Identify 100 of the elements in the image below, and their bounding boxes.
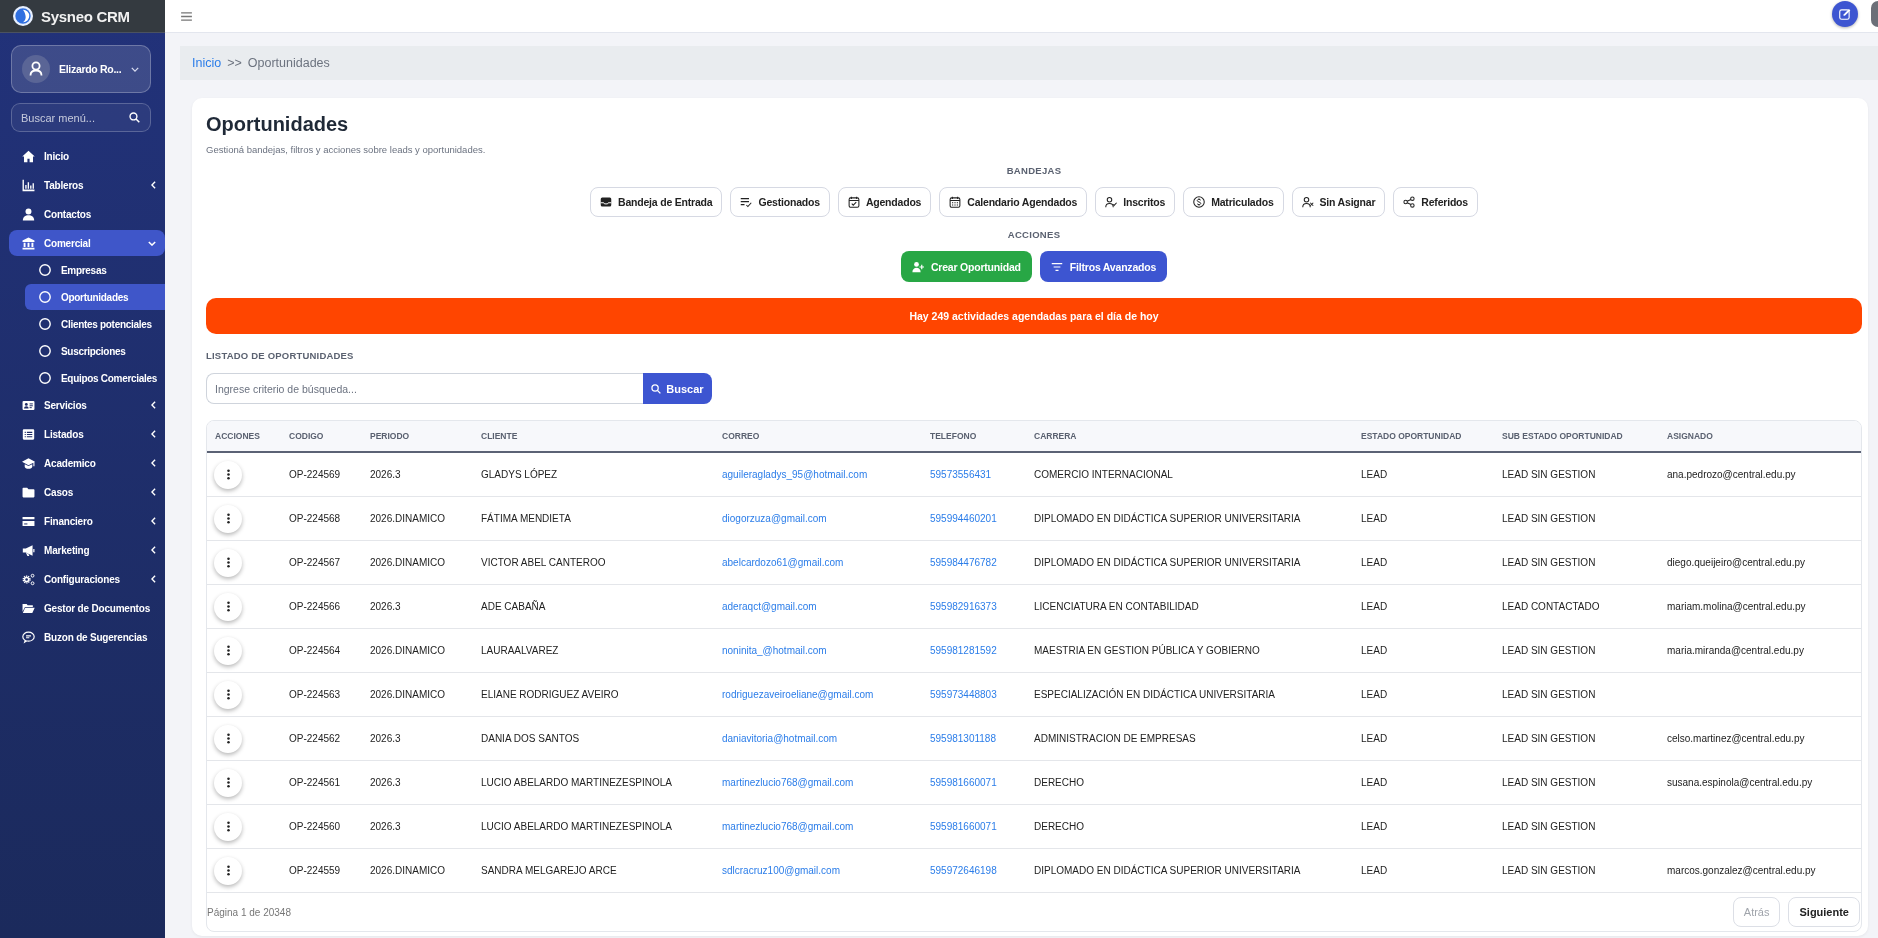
column-header: SUB ESTADO OPORTUNIDAD	[1494, 421, 1659, 452]
menu-item[interactable]: Contactos	[9, 201, 165, 227]
row-actions-button[interactable]	[214, 504, 242, 533]
menu-item[interactable]: Academico	[9, 450, 165, 476]
breadcrumb-link[interactable]: Inicio	[192, 56, 222, 70]
table-cell: LICENCIATURA EN CONTABILIDAD	[1026, 584, 1353, 629]
table-cell: MAESTRIA EN GESTION PÚBLICA Y GOBIERNO	[1026, 628, 1353, 673]
row-actions-button[interactable]	[214, 724, 242, 753]
email-link[interactable]: noninita_@hotmail.com	[722, 645, 827, 656]
table-cell: LEAD SIN GESTION	[1494, 496, 1659, 541]
page-title: Oportunidades	[206, 112, 349, 137]
email-link[interactable]: daniavitoria@hotmail.com	[722, 733, 838, 744]
row-actions-button[interactable]	[214, 592, 242, 621]
email-link[interactable]: abelcardozo61@gmail.com	[722, 557, 844, 568]
email-link[interactable]: sdlcracruz100@gmail.com	[722, 865, 840, 876]
tray-button[interactable]: Inscritos	[1095, 187, 1176, 217]
phone-link[interactable]: 595973448803	[930, 689, 997, 700]
bank-icon	[22, 236, 35, 250]
submenu-item[interactable]: Empresas	[25, 257, 165, 283]
ring-icon	[39, 345, 51, 357]
table-cell: ELIANE RODRIGUEZ AVEIRO	[473, 672, 714, 717]
menu-item[interactable]: Inicio	[9, 143, 165, 169]
alert-banner: Hay 249 actividades agendadas para el día de hoy	[206, 298, 1862, 334]
tray-button[interactable]: Referidos	[1393, 187, 1478, 217]
phone-link[interactable]: 595981660071	[930, 821, 997, 832]
menu-item[interactable]: Comercial	[9, 230, 165, 256]
phone-link[interactable]: 595981660071	[930, 777, 997, 788]
row-actions-button[interactable]	[214, 768, 242, 797]
menu-item[interactable]: Casos	[9, 479, 165, 505]
table-cell: LUCIO ABELARDO MARTINEZESPINOLA	[473, 804, 714, 849]
phone-link[interactable]: 59573556431	[930, 469, 992, 480]
submenu-item[interactable]: Oportunidades	[25, 284, 165, 310]
ring-icon	[39, 291, 51, 303]
table-cell: LEAD	[1353, 628, 1494, 673]
table-cell: OP-224567	[281, 540, 362, 585]
id-card-icon	[22, 398, 35, 412]
inbox-icon	[600, 196, 613, 208]
table-cell: celso.martinez@central.edu.py	[1659, 716, 1861, 761]
table-cell: OP-224561	[281, 760, 362, 805]
next-button[interactable]: Siguiente	[1788, 897, 1860, 927]
table-cell: 2026.DINAMICO	[362, 672, 473, 717]
action-button[interactable]: Filtros Avanzados	[1039, 251, 1168, 282]
edit-icon	[1839, 8, 1851, 20]
table-cell: OP-224564	[281, 628, 362, 673]
phone-link[interactable]: 595984476782	[930, 557, 997, 568]
tray-button[interactable]: Matriculados	[1183, 187, 1284, 217]
menu-item[interactable]: Marketing	[9, 537, 165, 563]
table-cell: mariam.molina@central.edu.py	[1659, 584, 1861, 629]
phone-link[interactable]: 595994460201	[930, 513, 997, 524]
round-button[interactable]	[1871, 1, 1878, 27]
menu-item[interactable]: Financiero	[9, 508, 165, 534]
menu-item[interactable]: Servicios	[9, 392, 165, 418]
gears-icon	[22, 572, 35, 586]
calendar-icon	[949, 196, 962, 208]
row-actions-button[interactable]	[214, 812, 242, 841]
dots-vertical-icon	[226, 689, 230, 700]
phone-link[interactable]: 595972646198	[930, 865, 997, 876]
submenu-item[interactable]: Clientes potenciales	[25, 311, 165, 337]
row-actions-button[interactable]	[214, 636, 242, 665]
tray-button[interactable]: Gestionados	[730, 187, 830, 217]
tray-button[interactable]: Sin Asignar	[1291, 187, 1386, 217]
table-cell: 2026.DINAMICO	[362, 496, 473, 541]
search-button[interactable]: Buscar	[643, 373, 712, 404]
phone-link[interactable]: 595982916373	[930, 601, 997, 612]
menu-item[interactable]: Buzon de Sugerencias	[9, 624, 165, 650]
submenu-item[interactable]: Equipos Comerciales	[25, 365, 165, 391]
email-link[interactable]: rodriguezaveiroeliane@gmail.com	[722, 689, 874, 700]
table-cell: COMERCIO INTERNACIONAL	[1026, 452, 1353, 497]
table-cell: LEAD	[1353, 848, 1494, 893]
edit-button[interactable]	[1832, 1, 1858, 27]
email-link[interactable]: martinezlucio768@gmail.com	[722, 821, 854, 832]
phone-link[interactable]: 595981301188	[930, 733, 996, 744]
table-cell: LEAD SIN GESTION	[1494, 760, 1659, 805]
email-link[interactable]: diogorzuza@gmail.com	[722, 513, 827, 524]
ring-icon	[39, 372, 51, 384]
table-cell: LEAD CONTACTADO	[1494, 584, 1659, 629]
table-cell: marcos.gonzalez@central.edu.py	[1659, 848, 1861, 893]
action-button[interactable]: Crear Oportunidad	[900, 251, 1032, 282]
submenu-item[interactable]: Suscripciones	[25, 338, 165, 364]
search-field[interactable]: Ingrese criterio de búsqueda...	[206, 373, 643, 404]
row-actions-button[interactable]	[214, 856, 242, 885]
menu-item[interactable]: Gestor de Documentos	[9, 595, 165, 621]
menu-item[interactable]: Configuraciones	[9, 566, 165, 592]
tray-button[interactable]: Bandeja de Entrada	[590, 187, 723, 217]
menu-item[interactable]: Tableros	[9, 172, 165, 198]
tray-button[interactable]: Agendados	[837, 187, 932, 217]
menu-item[interactable]: Listados	[9, 421, 165, 447]
row-actions-button[interactable]	[214, 548, 242, 577]
email-link[interactable]: aderaqct@gmail.com	[722, 601, 817, 612]
user-menu[interactable]: Elizardo Ro...	[11, 45, 151, 93]
row-actions-button[interactable]	[214, 460, 242, 489]
user-plus-icon	[911, 260, 924, 273]
folder-icon	[22, 485, 35, 499]
email-link[interactable]: martinezlucio768@gmail.com	[722, 777, 854, 788]
phone-link[interactable]: 595981281592	[930, 645, 997, 656]
row-actions-button[interactable]	[214, 680, 242, 709]
menu-icon[interactable]	[181, 11, 192, 21]
table-cell: LEAD SIN GESTION	[1494, 452, 1659, 497]
tray-button[interactable]: Calendario Agendados	[939, 187, 1088, 217]
email-link[interactable]: aguileragladys_95@hotmail.com	[722, 469, 868, 480]
